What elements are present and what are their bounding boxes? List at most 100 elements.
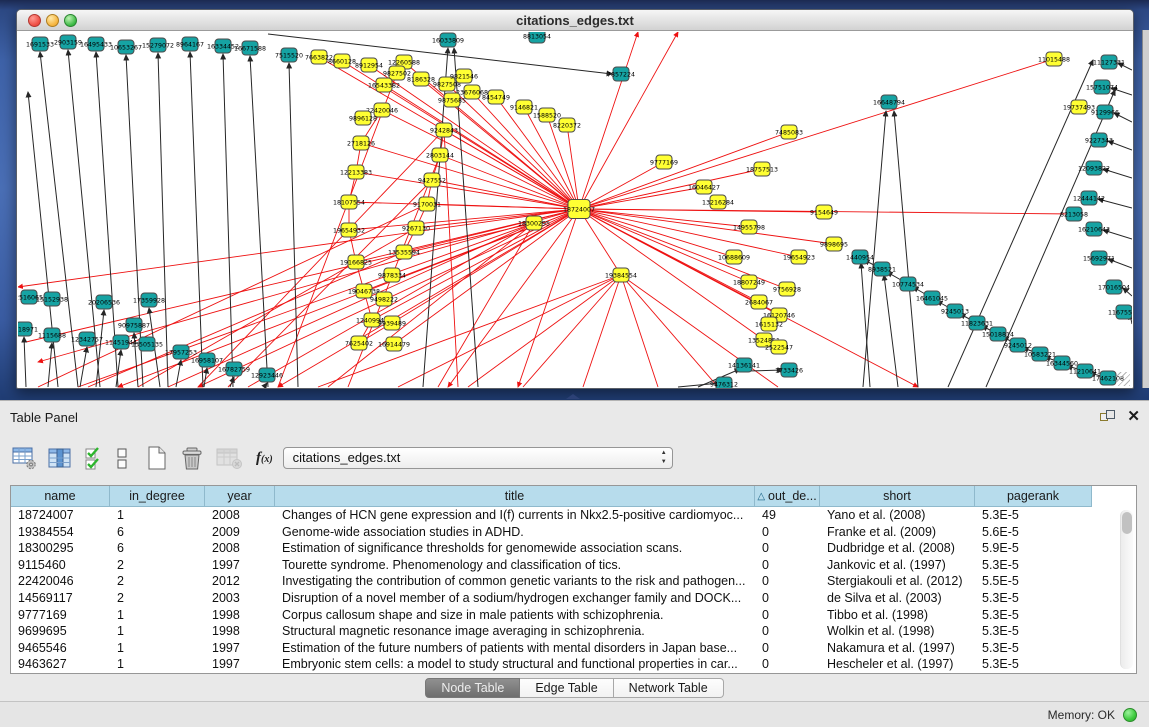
table-cell[interactable]: 22420046 [11,573,110,590]
graph-node[interactable]: 9427552 [418,173,446,187]
graph-node[interactable]: 15018814 [982,327,1014,341]
float-panel-icon[interactable] [1100,410,1116,425]
graph-node[interactable]: 8186328 [407,72,435,86]
graph-node[interactable]: 7625402 [345,336,373,350]
table-cell[interactable]: 19384554 [11,524,110,541]
table-row[interactable]: 969969511998Structural magnetic resonanc… [11,623,1136,640]
column-header-in_degree[interactable]: in_degree [110,486,205,507]
table-row[interactable]: 946362711997Embryonic stem cells: a mode… [11,656,1136,673]
table-cell[interactable]: 5.6E-5 [975,524,1092,541]
graph-node[interactable]: 3918971 [18,322,38,336]
table-cell[interactable]: 1998 [205,607,275,624]
graph-node[interactable]: 12444142 [1073,191,1105,205]
table-cell[interactable]: Stergiakouli et al. (2012) [820,573,975,590]
table-cell[interactable]: 9777169 [11,607,110,624]
table-mode-icon[interactable] [12,447,37,470]
table-row[interactable]: 1456911722003Disruption of a novel membe… [11,590,1136,607]
table-cell[interactable]: 0 [755,623,820,640]
memory-indicator-button[interactable] [1123,708,1137,722]
graph-node[interactable]: 7515520 [275,48,303,62]
table-row[interactable]: 1938455462009Genome-wide association stu… [11,524,1136,541]
close-window-button[interactable] [28,14,41,27]
column-header-year[interactable]: year [205,486,275,507]
table-cell[interactable]: 1 [110,607,205,624]
table-cell[interactable]: 49 [755,507,820,524]
vertical-scrollbar[interactable] [1120,510,1133,669]
show-columns-icon[interactable] [48,447,73,470]
table-cell[interactable]: 5.3E-5 [975,640,1092,657]
graph-node[interactable]: 9898695 [820,237,848,251]
window-resize-grip[interactable] [1116,372,1130,386]
graph-node[interactable]: 12342757 [71,332,103,346]
row-options-icon[interactable] [115,447,129,470]
function-builder-icon[interactable]: f(x) [256,450,273,467]
graph-node[interactable]: 14955798 [733,220,765,234]
graph-node[interactable]: 10774534 [892,277,924,291]
table-cell[interactable]: 1998 [205,623,275,640]
scrollbar-thumb[interactable] [1122,512,1132,534]
table-row[interactable]: 2242004622012Investigating the contribut… [11,573,1136,590]
graph-node[interactable]: 11015488 [1038,52,1070,66]
table-row[interactable]: 1872400712008Changes of HCN gene express… [11,507,1136,524]
table-cell[interactable]: 1997 [205,640,275,657]
column-header-out_de[interactable]: △out_de... [755,486,820,507]
graph-node[interactable]: 19384554 [605,268,637,282]
table-cell[interactable]: Yano et al. (2008) [820,507,975,524]
graph-node[interactable]: 18724007 [563,200,595,219]
table-cell[interactable]: 1 [110,623,205,640]
graph-node[interactable]: 8213058 [1060,207,1088,221]
graph-node[interactable]: 19654932 [333,223,365,237]
create-column-icon[interactable] [146,446,168,470]
graph-node[interactable]: 18107554 [333,195,365,209]
minimize-window-button[interactable] [46,14,59,27]
table-cell[interactable]: 5.3E-5 [975,607,1092,624]
table-cell[interactable]: 1 [110,640,205,657]
graph-node[interactable]: 10653267 [110,40,142,54]
table-cell[interactable]: de Silva et al. (2003) [820,590,975,607]
table-cell[interactable]: 0 [755,640,820,657]
table-row[interactable]: 911546021997Tourette syndrome. Phenomeno… [11,557,1136,574]
column-header-title[interactable]: title [275,486,755,507]
graph-node[interactable]: 2718126 [347,136,375,150]
table-cell[interactable]: 9463627 [11,656,110,673]
table-cell[interactable]: 5.5E-5 [975,573,1092,590]
graph-node[interactable]: 8813054 [523,32,551,43]
table-cell[interactable]: 0 [755,573,820,590]
table-cell[interactable]: 1 [110,656,205,673]
table-cell[interactable]: 0 [755,590,820,607]
table-cell[interactable]: Corpus callosum shape and size in male p… [275,607,755,624]
graph-node[interactable]: 2903159 [54,35,82,49]
select-rows-icon[interactable] [84,447,104,470]
table-cell[interactable]: Wolkin et al. (1998) [820,623,975,640]
tab-network-table[interactable]: Network Table [614,678,724,698]
table-cell[interactable]: 5.3E-5 [975,557,1092,574]
table-cell[interactable]: Tourette syndrome. Phenomenology and cla… [275,557,755,574]
table-cell[interactable]: Investigating the contribution of common… [275,573,755,590]
table-cell[interactable]: 1 [110,507,205,524]
table-cell[interactable]: Franke et al. (2009) [820,524,975,541]
table-cell[interactable]: Genome-wide association studies in ADHD. [275,524,755,541]
table-cell[interactable]: 9699695 [11,623,110,640]
column-header-pagerank[interactable]: pagerank [975,486,1092,507]
table-cell[interactable]: 0 [755,540,820,557]
close-panel-icon[interactable]: ✕ [1127,407,1140,425]
table-cell[interactable]: 5.3E-5 [975,656,1092,673]
table-cell[interactable]: 9115460 [11,557,110,574]
table-cell[interactable]: 5.9E-5 [975,540,1092,557]
table-cell[interactable]: 0 [755,656,820,673]
graph-node[interactable]: 16046427 [688,180,720,194]
table-cell[interactable]: 2008 [205,540,275,557]
table-cell[interactable]: 2012 [205,573,275,590]
table-cell[interactable]: Dudbridge et al. (2008) [820,540,975,557]
graph-node[interactable]: 11127331 [1093,55,1125,69]
graph-node[interactable]: 9154649 [810,205,838,219]
graph-node[interactable]: 11823631 [961,316,993,330]
table-cell[interactable]: 14569117 [11,590,110,607]
graph-node[interactable]: 16648794 [873,95,905,109]
graph-node[interactable]: 8220372 [553,118,581,132]
tab-edge-table[interactable]: Edge Table [520,678,613,698]
graph-node[interactable]: 1691533 [26,37,54,51]
table-cell[interactable]: 0 [755,524,820,541]
table-cell[interactable]: 9465546 [11,640,110,657]
table-cell[interactable]: Disruption of a novel member of a sodium… [275,590,755,607]
